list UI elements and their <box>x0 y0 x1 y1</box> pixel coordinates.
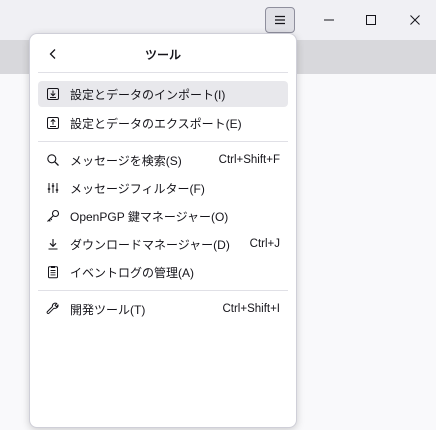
menu-item-shortcut: Ctrl+Shift+F <box>218 154 280 166</box>
menu-item-import-settings[interactable]: 設定とデータのインポート(I) <box>38 81 288 107</box>
key-icon <box>46 209 60 223</box>
hamburger-menu-icon <box>274 15 286 25</box>
tools-menu-panel: ツール 設定とデータのインポート(I) 設定とデータのエクスポート(E) メッセ… <box>29 33 297 428</box>
minimize-button[interactable] <box>306 0 352 40</box>
menu-separator <box>38 290 288 291</box>
menu-item-search-messages[interactable]: メッセージを検索(S) Ctrl+Shift+F <box>38 147 288 173</box>
maximize-button[interactable] <box>348 0 394 40</box>
menu-separator <box>38 141 288 142</box>
menu-separator <box>38 72 288 73</box>
panel-title: ツール <box>144 48 181 62</box>
menu-item-label: 開発ツール(T) <box>70 302 146 317</box>
wrench-icon <box>46 302 60 316</box>
menu-item-shortcut: Ctrl+J <box>249 238 280 250</box>
menu-item-download-manager[interactable]: ダウンロードマネージャー(D) Ctrl+J <box>38 231 288 257</box>
menu-item-event-log[interactable]: イベントログの管理(A) <box>38 259 288 285</box>
close-button[interactable] <box>392 0 436 40</box>
menu-item-developer-tools[interactable]: 開発ツール(T) Ctrl+Shift+I <box>38 296 288 322</box>
app-menu-button[interactable] <box>265 7 295 33</box>
menu-item-label: イベントログの管理(A) <box>70 265 194 280</box>
menu-item-label: OpenPGP 鍵マネージャー(O) <box>70 209 229 224</box>
minimize-icon <box>323 14 335 26</box>
panel-header: ツール <box>30 34 296 72</box>
menu-item-openpgp-key-manager[interactable]: OpenPGP 鍵マネージャー(O) <box>38 203 288 229</box>
maximize-icon <box>365 14 377 26</box>
menu-item-label: 設定とデータのエクスポート(E) <box>70 116 242 131</box>
menu-item-label: ダウンロードマネージャー(D) <box>70 237 230 252</box>
menu-item-label: メッセージフィルター(F) <box>70 181 205 196</box>
menu-item-shortcut: Ctrl+Shift+I <box>222 303 280 315</box>
menu-item-message-filters[interactable]: メッセージフィルター(F) <box>38 175 288 201</box>
search-icon <box>46 153 60 167</box>
download-icon <box>46 237 60 251</box>
menu-item-label: 設定とデータのインポート(I) <box>70 87 226 102</box>
filter-icon <box>46 181 60 195</box>
close-icon <box>409 14 421 26</box>
import-icon <box>46 87 60 101</box>
clipboard-icon <box>46 265 60 279</box>
menu-item-label: メッセージを検索(S) <box>70 153 182 168</box>
export-icon <box>46 116 60 130</box>
menu-item-export-settings[interactable]: 設定とデータのエクスポート(E) <box>38 110 288 136</box>
